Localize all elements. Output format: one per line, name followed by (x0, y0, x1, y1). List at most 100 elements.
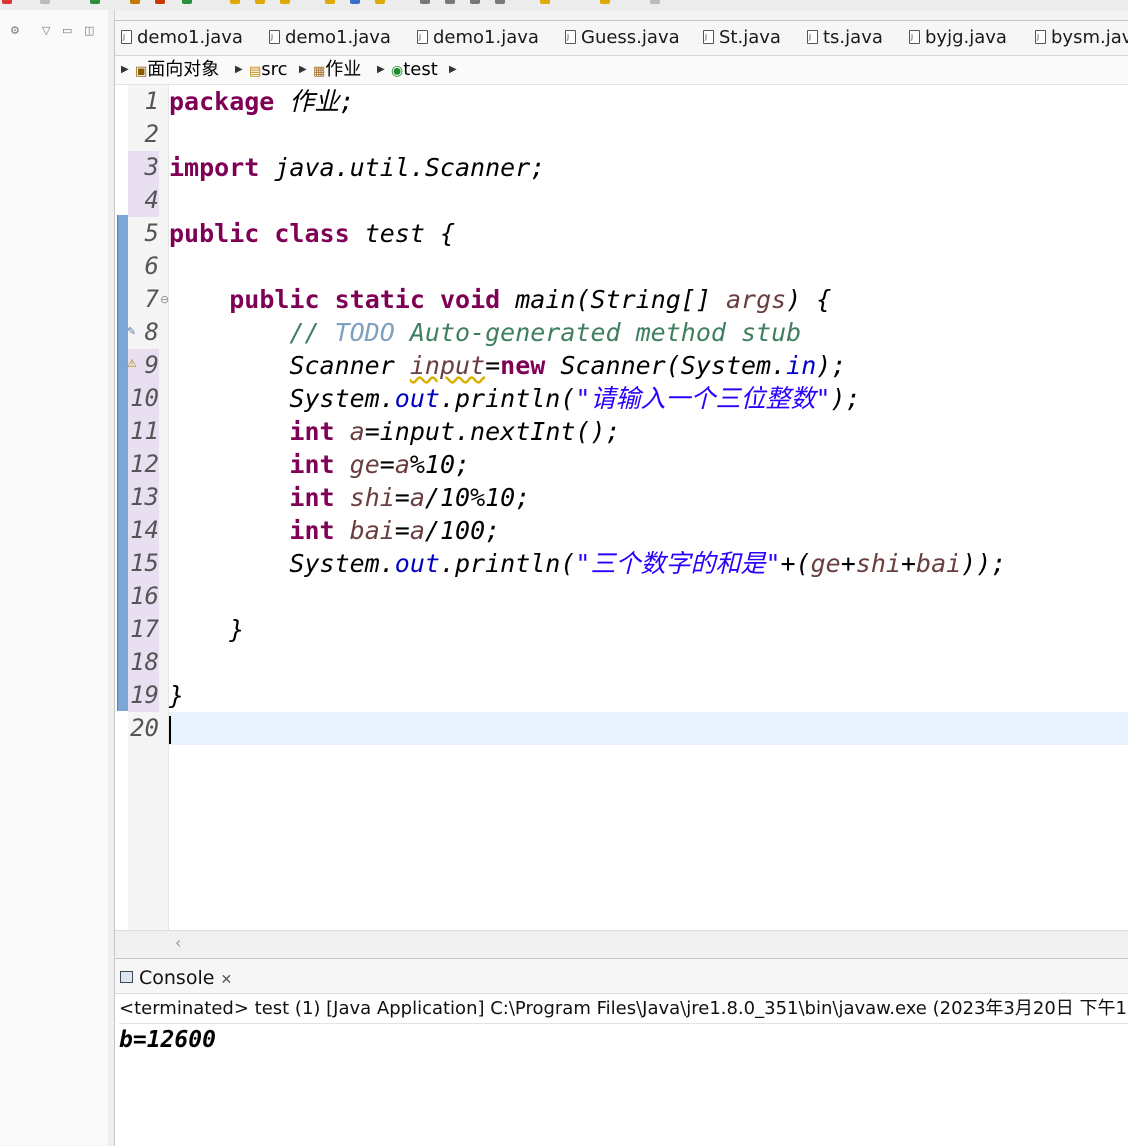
line-number: 11 (128, 415, 159, 448)
editor-tab[interactable]: demo1.java (121, 24, 243, 51)
editor-tab[interactable]: demo1.java (269, 24, 391, 51)
console-icon (120, 971, 133, 983)
unused-resource-warning[interactable]: input (410, 351, 485, 380)
scroll-left-icon[interactable]: ‹ (175, 933, 181, 952)
code-line: int bai=a/100; (289, 516, 501, 545)
line-number: 2 (144, 120, 159, 148)
line-number: 4 (128, 184, 159, 217)
breadcrumb-item-class[interactable]: ◉test (391, 56, 438, 85)
code-line: int shi=a/10%10; (289, 483, 531, 512)
change-indicator-bar (117, 215, 128, 711)
horizontal-scrollbar[interactable]: ‹ (115, 930, 1128, 957)
toolbar-icon[interactable] (130, 0, 140, 4)
console-output[interactable]: b=12600 (119, 1025, 216, 1055)
warning-icon[interactable]: ⚠ (127, 357, 137, 370)
maximize-icon[interactable]: ◫ (84, 24, 94, 37)
code-line: System.out.println("请输入一个三位整数"); (289, 384, 861, 413)
editor-tab-bar: demo1.java demo1.java demo1.java Guess.j… (115, 21, 1128, 56)
package-explorer-panel: ⚙ ▽ ▭ ◫ (0, 10, 109, 1145)
java-file-icon (417, 24, 428, 50)
chevron-right-icon[interactable]: ▶ (449, 56, 457, 84)
toolbar-icon[interactable] (375, 0, 385, 4)
console-tab-bar: Console ✕ (115, 959, 1128, 994)
toolbar-icon[interactable] (280, 0, 290, 4)
java-file-icon (807, 24, 818, 50)
line-number-gutter: 1 2 3 4 5 6 7 8 9 10 11 12 13 14 15 16 1… (127, 85, 169, 930)
editor-tab[interactable]: ts.java (807, 24, 883, 51)
code-line: public class test { (169, 219, 455, 248)
java-file-icon (565, 24, 576, 50)
editor-tab[interactable]: bysm.java (1035, 24, 1128, 51)
toolbar-icon[interactable] (325, 0, 335, 4)
focus-icon[interactable]: ⚙ (10, 24, 20, 37)
java-file-icon (703, 24, 714, 50)
toolbar-icon[interactable] (350, 0, 360, 4)
toolbar-icon[interactable] (230, 0, 240, 4)
toolbar-icon[interactable] (600, 0, 610, 4)
toolbar-icon[interactable] (40, 0, 50, 4)
code-line: import java.util.Scanner; (169, 153, 546, 182)
fold-icon[interactable]: ⊖ (160, 293, 169, 306)
code-area[interactable]: package 作业; import java.util.Scanner; pu… (169, 85, 1128, 930)
editor-tab[interactable]: byjg.java (909, 24, 1007, 51)
text-cursor (169, 716, 171, 744)
code-line: public static void main(String[] args) { (229, 285, 832, 314)
breadcrumb-item-src[interactable]: ▤src (249, 56, 288, 86)
chevron-right-icon[interactable]: ▶ (121, 56, 129, 84)
toolbar-icon[interactable] (495, 0, 505, 4)
tab-console[interactable]: Console ✕ (120, 965, 232, 993)
line-number: 13 (128, 481, 159, 514)
current-line (169, 712, 1128, 745)
run-icon[interactable] (90, 0, 100, 4)
overview-ruler (115, 85, 128, 930)
breadcrumb: ▶ ▣面向对象 ▶ ▤src ▶ ▦作业 ▶ ◉test ▶ (115, 56, 1128, 85)
line-number: 20 (130, 714, 159, 742)
line-number: 18 (128, 646, 159, 679)
toolbar-icon[interactable] (540, 0, 550, 4)
line-number: 1 (144, 87, 159, 115)
editor-tab[interactable]: demo1.java (417, 24, 539, 51)
line-number: 5 (144, 219, 159, 247)
toolbar-icon[interactable] (445, 0, 455, 4)
line-number: 6 (144, 252, 159, 280)
package-icon: ▦ (313, 64, 326, 79)
java-file-icon (1035, 24, 1046, 50)
toolbar-icon[interactable] (470, 0, 480, 4)
breadcrumb-item-project[interactable]: ▣面向对象 (135, 56, 219, 86)
source-folder-icon: ▤ (249, 64, 262, 79)
line-number: 12 (128, 448, 159, 481)
code-line: } (169, 681, 185, 710)
task-marker-icon[interactable]: ✎ (127, 325, 136, 338)
toolbar-icon[interactable] (155, 0, 165, 4)
code-editor: demo1.java demo1.java demo1.java Guess.j… (114, 20, 1128, 957)
line-number: 15 (128, 547, 159, 580)
code-line: int a=input.nextInt(); (289, 417, 621, 446)
java-file-icon (121, 24, 132, 50)
editor-tab[interactable]: St.java (703, 24, 781, 51)
code-line: int ge=a%10; (289, 450, 471, 479)
chevron-right-icon[interactable]: ▶ (235, 56, 243, 84)
code-line: Scanner input=new Scanner(System.in); (289, 351, 847, 380)
editor-tab[interactable]: Guess.java (565, 24, 680, 51)
close-icon[interactable]: ✕ (220, 972, 232, 988)
breadcrumb-item-package[interactable]: ▦作业 (313, 56, 361, 86)
class-icon: ◉ (391, 63, 404, 79)
code-line: package 作业; (169, 87, 355, 116)
line-number: 14 (128, 514, 159, 547)
toolbar-icon[interactable] (420, 0, 430, 4)
java-file-icon (909, 24, 920, 50)
chevron-right-icon[interactable]: ▶ (377, 56, 385, 84)
view-menu-icon[interactable]: ▽ (42, 24, 50, 37)
toolbar-icon[interactable] (2, 0, 12, 4)
line-number: 7 (144, 285, 159, 313)
toolbar-icon[interactable] (650, 0, 660, 4)
console-view: Console ✕ <terminated> test (1) [Java App… (114, 958, 1128, 1146)
minimize-icon[interactable]: ▭ (62, 24, 72, 37)
code-line: } (229, 615, 245, 644)
chevron-right-icon[interactable]: ▶ (299, 56, 307, 84)
main-toolbar (0, 0, 1128, 10)
toolbar-icon[interactable] (182, 0, 192, 4)
toolbar-icon[interactable] (255, 0, 265, 4)
line-number: 3 (128, 151, 159, 184)
line-number: 16 (128, 580, 159, 613)
